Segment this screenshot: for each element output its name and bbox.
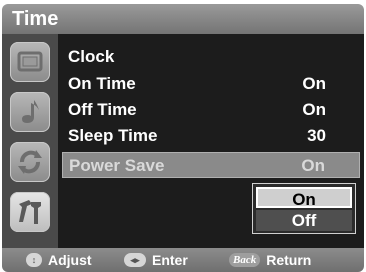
osd-menu: Time Clock On Time On Off Time On Sleep … xyxy=(0,0,366,272)
updown-key-icon: ↕ xyxy=(26,253,42,267)
setup-icon[interactable] xyxy=(10,142,50,182)
back-key-icon: Back xyxy=(229,253,261,267)
menu-item-label: Sleep Time xyxy=(68,126,158,145)
sound-icon[interactable] xyxy=(10,92,50,132)
picture-icon[interactable] xyxy=(10,42,50,82)
menu-item-label: Off Time xyxy=(68,100,137,119)
menu-header: Time xyxy=(2,4,364,34)
menu-item-value: 30 xyxy=(307,126,326,145)
menu-item-label: Power Save xyxy=(69,156,165,175)
menu-item-clock[interactable]: Clock xyxy=(62,44,360,70)
menu-item-on-time[interactable]: On Time On xyxy=(62,71,360,97)
adjust-hint: ↕ Adjust xyxy=(26,251,92,269)
menu-item-label: Clock xyxy=(68,47,115,66)
return-label: Return xyxy=(266,252,312,268)
tools-icon[interactable] xyxy=(10,192,50,232)
dropdown-option-on[interactable]: On xyxy=(256,187,352,209)
menu-item-label: On Time xyxy=(68,74,136,93)
enter-label: Enter xyxy=(152,252,188,268)
category-sidebar xyxy=(2,34,58,248)
menu-title: Time xyxy=(12,8,59,30)
menu-item-value: On xyxy=(302,74,326,93)
adjust-label: Adjust xyxy=(48,252,92,268)
menu-item-sleep-time[interactable]: Sleep Time 30 xyxy=(62,123,360,149)
enter-hint: ◂▸ Enter xyxy=(124,251,188,269)
return-hint: Back Return xyxy=(229,251,311,269)
key-guide-footer: ↕ Adjust ◂▸ Enter Back Return xyxy=(2,248,364,272)
menu-item-off-time[interactable]: Off Time On xyxy=(62,97,360,123)
menu-item-value: On xyxy=(302,100,326,119)
power-save-dropdown: On Off xyxy=(252,183,356,234)
menu-item-power-save[interactable]: Power Save On xyxy=(62,152,360,178)
dropdown-option-off[interactable]: Off xyxy=(256,210,352,231)
leftright-key-icon: ◂▸ xyxy=(124,253,146,267)
menu-item-value: On xyxy=(301,156,325,175)
